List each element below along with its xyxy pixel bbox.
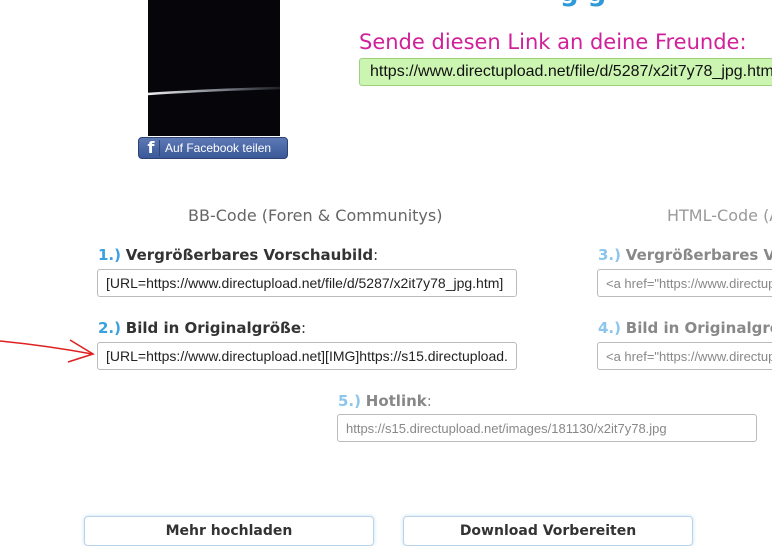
field-label-thumbnail-bbcode: 1.) Vergrößerbares Vorschaubild:	[98, 246, 378, 264]
field-number: 5.)	[338, 392, 361, 410]
field-label-hotlink: 5.) Hotlink:	[338, 392, 432, 410]
bbcode-section-title: BB-Code (Foren & Communitys)	[188, 206, 443, 225]
field-colon: :	[373, 246, 379, 264]
facebook-share-label: Auf Facebook teilen	[165, 141, 272, 155]
facebook-share-button[interactable]: f Auf Facebook teilen	[138, 137, 288, 159]
field-name: Bild in Originalgröß	[625, 319, 772, 337]
original-bbcode-field[interactable]	[97, 342, 517, 370]
share-link-field[interactable]	[359, 58, 772, 86]
divider	[159, 140, 160, 156]
field-name: Hotlink	[365, 392, 427, 410]
field-colon: :	[301, 319, 307, 337]
page-heading-partial: g g	[560, 0, 772, 8]
field-colon: :	[426, 392, 432, 410]
field-label-thumbnail-html: 3.) Vergrößerbares Vo	[598, 246, 772, 264]
field-label-original-html: 4.) Bild in Originalgröß	[598, 319, 772, 337]
facebook-icon: f	[147, 138, 155, 157]
hotlink-field[interactable]	[337, 414, 757, 442]
download-prepare-label: Download Vorbereiten	[459, 523, 637, 539]
original-html-field[interactable]	[597, 342, 772, 370]
image-thumbnail[interactable]	[148, 0, 280, 136]
download-prepare-button[interactable]: Download Vorbereiten	[403, 516, 693, 546]
field-name: Vergrößerbares Vorschaubild	[125, 246, 374, 264]
field-number: 3.)	[598, 246, 621, 264]
thumbnail-bbcode-field[interactable]	[97, 269, 517, 297]
field-number: 1.)	[98, 246, 121, 264]
thumbnail-html-field[interactable]	[597, 269, 772, 297]
field-name: Bild in Originalgröße	[125, 319, 302, 337]
upload-more-button[interactable]: Mehr hochladen	[84, 516, 374, 546]
annotation-arrow-icon	[0, 339, 95, 363]
field-name: Vergrößerbares Vo	[625, 246, 772, 264]
upload-more-label: Mehr hochladen	[165, 523, 293, 539]
htmlcode-section-title: HTML-Code (A	[667, 206, 772, 225]
field-number: 2.)	[98, 319, 121, 337]
thumbnail-light-streak	[148, 86, 280, 96]
field-number: 4.)	[598, 319, 621, 337]
field-label-original-bbcode: 2.) Bild in Originalgröße:	[98, 319, 306, 337]
share-link-label: Sende diesen Link an deine Freunde:	[359, 30, 747, 54]
